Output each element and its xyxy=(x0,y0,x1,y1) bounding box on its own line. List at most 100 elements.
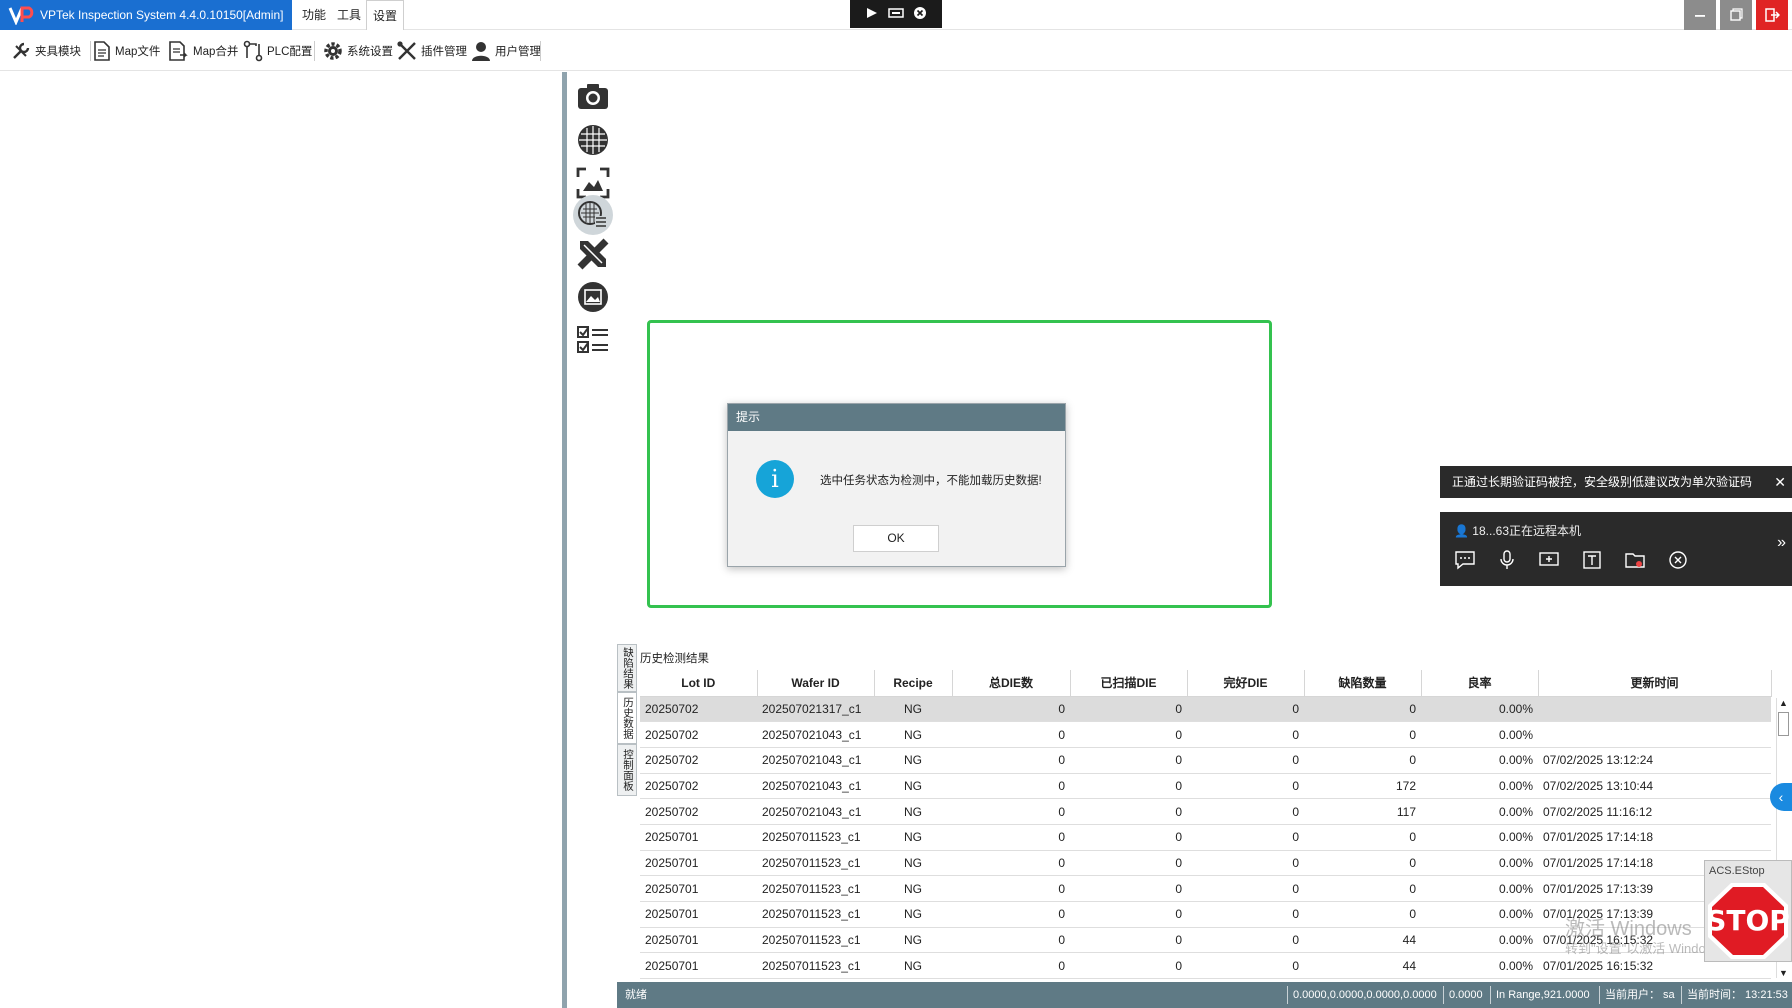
table-cell: 0 xyxy=(1070,875,1187,902)
table-cell: 0 xyxy=(1187,824,1304,851)
status-time: 当前时间： 13:21:53 xyxy=(1687,989,1788,1001)
table-cell: 0 xyxy=(1187,927,1304,954)
table-cell: 0 xyxy=(1187,798,1304,825)
picture-button[interactable] xyxy=(575,279,611,315)
table-cell: 44 xyxy=(1304,927,1421,954)
table-cell: 0.00% xyxy=(1421,901,1538,928)
tab-control-panel[interactable]: 控制面板 xyxy=(617,744,637,796)
column-header[interactable]: 完好DIE xyxy=(1187,670,1305,697)
close-remote-icon[interactable] xyxy=(913,6,927,23)
expand-panel-icon[interactable]: » xyxy=(1777,534,1786,552)
table-cell: 0.00% xyxy=(1421,952,1538,980)
plc-config-button[interactable]: PLC配置 xyxy=(242,37,312,65)
user-manage-button[interactable]: 用户管理 xyxy=(470,37,541,65)
table-cell: 0.00% xyxy=(1421,824,1538,851)
wafer-grid-button[interactable] xyxy=(575,122,611,158)
table-cell: 0.00% xyxy=(1421,850,1538,877)
table-cell: 0 xyxy=(1187,747,1304,774)
column-header[interactable]: 缺陷数量 xyxy=(1304,670,1422,697)
table-cell: 0 xyxy=(1187,875,1304,902)
table-cell: 20250702 xyxy=(640,696,757,723)
wafer-list-button[interactable] xyxy=(573,195,613,235)
remote-control-bar xyxy=(850,0,942,28)
table-cell xyxy=(1538,721,1771,748)
table-cell: 0 xyxy=(952,927,1070,954)
ok-button[interactable]: OK xyxy=(853,525,939,552)
chat-icon[interactable] xyxy=(1454,550,1476,570)
table-cell xyxy=(1538,696,1771,723)
plugin-manage-button[interactable]: 插件管理 xyxy=(396,37,467,65)
table-cell: 0 xyxy=(1187,773,1304,800)
status-coordinates: 0.0000,0.0000,0.0000,0.0000 xyxy=(1293,989,1437,1001)
column-header[interactable]: Lot ID xyxy=(640,670,758,697)
map-file-button[interactable]: Map文件 xyxy=(92,37,160,65)
tool-label: 插件管理 xyxy=(421,46,467,58)
table-row[interactable]: 20250701 202507011523_c1 NG 0 0 0 0 0.00% 07/01/… xyxy=(640,875,1771,902)
close-icon[interactable]: ✕ xyxy=(1774,466,1786,498)
tab-history-data[interactable]: 历史数据 xyxy=(617,692,637,744)
column-header[interactable]: 更新时间 xyxy=(1538,670,1772,697)
stop-button[interactable]: STOP xyxy=(1706,881,1790,961)
column-header[interactable]: Wafer ID xyxy=(757,670,875,697)
table-row[interactable]: 20250702 202507021043_c1 NG 0 0 0 172 0.00% 07/0… xyxy=(640,773,1771,800)
minimize-button[interactable] xyxy=(1684,0,1716,30)
scroll-up-icon[interactable]: ▲ xyxy=(1779,698,1788,708)
microphone-icon[interactable] xyxy=(1498,550,1516,570)
side-collapse-button[interactable]: ‹ xyxy=(1770,783,1792,811)
keyboard-icon[interactable] xyxy=(888,7,904,22)
system-settings-button[interactable]: 系统设置 xyxy=(322,37,393,65)
column-header[interactable]: 总DIE数 xyxy=(952,670,1071,697)
pointer-icon[interactable] xyxy=(865,6,879,23)
table-cell: 202507021043_c1 xyxy=(757,721,874,748)
table-cell: 0 xyxy=(952,850,1070,877)
table-cell: 20250701 xyxy=(640,901,757,928)
column-header[interactable]: Recipe xyxy=(874,670,953,697)
exit-button[interactable] xyxy=(1756,0,1788,30)
table-cell: 172 xyxy=(1304,773,1421,800)
table-row[interactable]: 20250702 202507021043_c1 NG 0 0 0 0 0.00% xyxy=(640,721,1771,748)
table-cell: 20250701 xyxy=(640,824,757,851)
table-cell: 202507011523_c1 xyxy=(757,927,874,954)
checklist-button[interactable] xyxy=(575,322,611,358)
fixture-module-button[interactable]: 夹具模块 xyxy=(10,37,81,65)
plc-icon xyxy=(243,40,263,62)
menu-settings[interactable]: 设置 xyxy=(366,0,404,30)
status-divider xyxy=(1287,986,1288,1004)
table-cell: 0 xyxy=(1070,927,1187,954)
history-results-label: 历史检测结果 xyxy=(640,653,709,665)
table-row[interactable]: 20250701 202507011523_c1 NG 0 0 0 0 0.00% 07/01/… xyxy=(640,824,1771,851)
app-title-text: VPTek Inspection System 4.4.0.10150[Admi… xyxy=(40,8,284,22)
maximize-button[interactable] xyxy=(1720,0,1752,30)
alert-dialog: 提示 i 选中任务状态为检测中，不能加载历史数据! OK xyxy=(727,403,1066,567)
table-row[interactable]: 20250702 202507021043_c1 NG 0 0 0 0 0.00% 07/02/… xyxy=(640,747,1771,774)
screen-share-icon[interactable] xyxy=(1538,550,1560,570)
ruler-pencil-button[interactable] xyxy=(575,236,611,272)
column-header[interactable]: 良率 xyxy=(1421,670,1539,697)
column-header[interactable]: 已扫描DIE xyxy=(1070,670,1188,697)
menu-tools[interactable]: 工具 xyxy=(332,0,366,30)
disconnect-icon[interactable] xyxy=(1668,550,1688,570)
estop-widget: ACS.EStop STOP xyxy=(1704,860,1792,962)
table-row[interactable]: 20250702 202507021043_c1 NG 0 0 0 117 0.00% 07/0… xyxy=(640,798,1771,825)
table-cell: 0.00% xyxy=(1421,927,1538,954)
camera-button[interactable] xyxy=(575,78,611,114)
table-row[interactable]: 20250702 202507021317_c1 NG 0 0 0 0 0.00% xyxy=(640,696,1771,723)
tab-defect-results[interactable]: 缺陷结果 xyxy=(617,644,637,692)
table-cell: 0 xyxy=(1187,696,1304,723)
table-cell: 117 xyxy=(1304,798,1421,825)
tool-icon-strip xyxy=(567,72,617,1008)
table-cell: 202507011523_c1 xyxy=(757,952,874,980)
scroll-thumb[interactable] xyxy=(1778,712,1789,736)
ruler-pencil-icon xyxy=(577,238,609,270)
table-row[interactable]: 20250701 202507011523_c1 NG 0 0 0 0 0.00% 07/01/… xyxy=(640,850,1771,877)
status-divider xyxy=(1681,986,1682,1004)
menu-function[interactable]: 功能 xyxy=(296,0,332,30)
vp-logo-icon xyxy=(8,5,36,26)
status-divider xyxy=(1599,986,1600,1004)
map-merge-button[interactable]: Map合并 xyxy=(168,37,238,65)
scroll-down-icon[interactable]: ▼ xyxy=(1779,968,1788,978)
text-icon[interactable] xyxy=(1582,550,1602,570)
file-transfer-icon[interactable] xyxy=(1624,550,1646,570)
status-range: In Range,921.0000 xyxy=(1496,989,1590,1001)
checklist-icon xyxy=(577,326,608,353)
